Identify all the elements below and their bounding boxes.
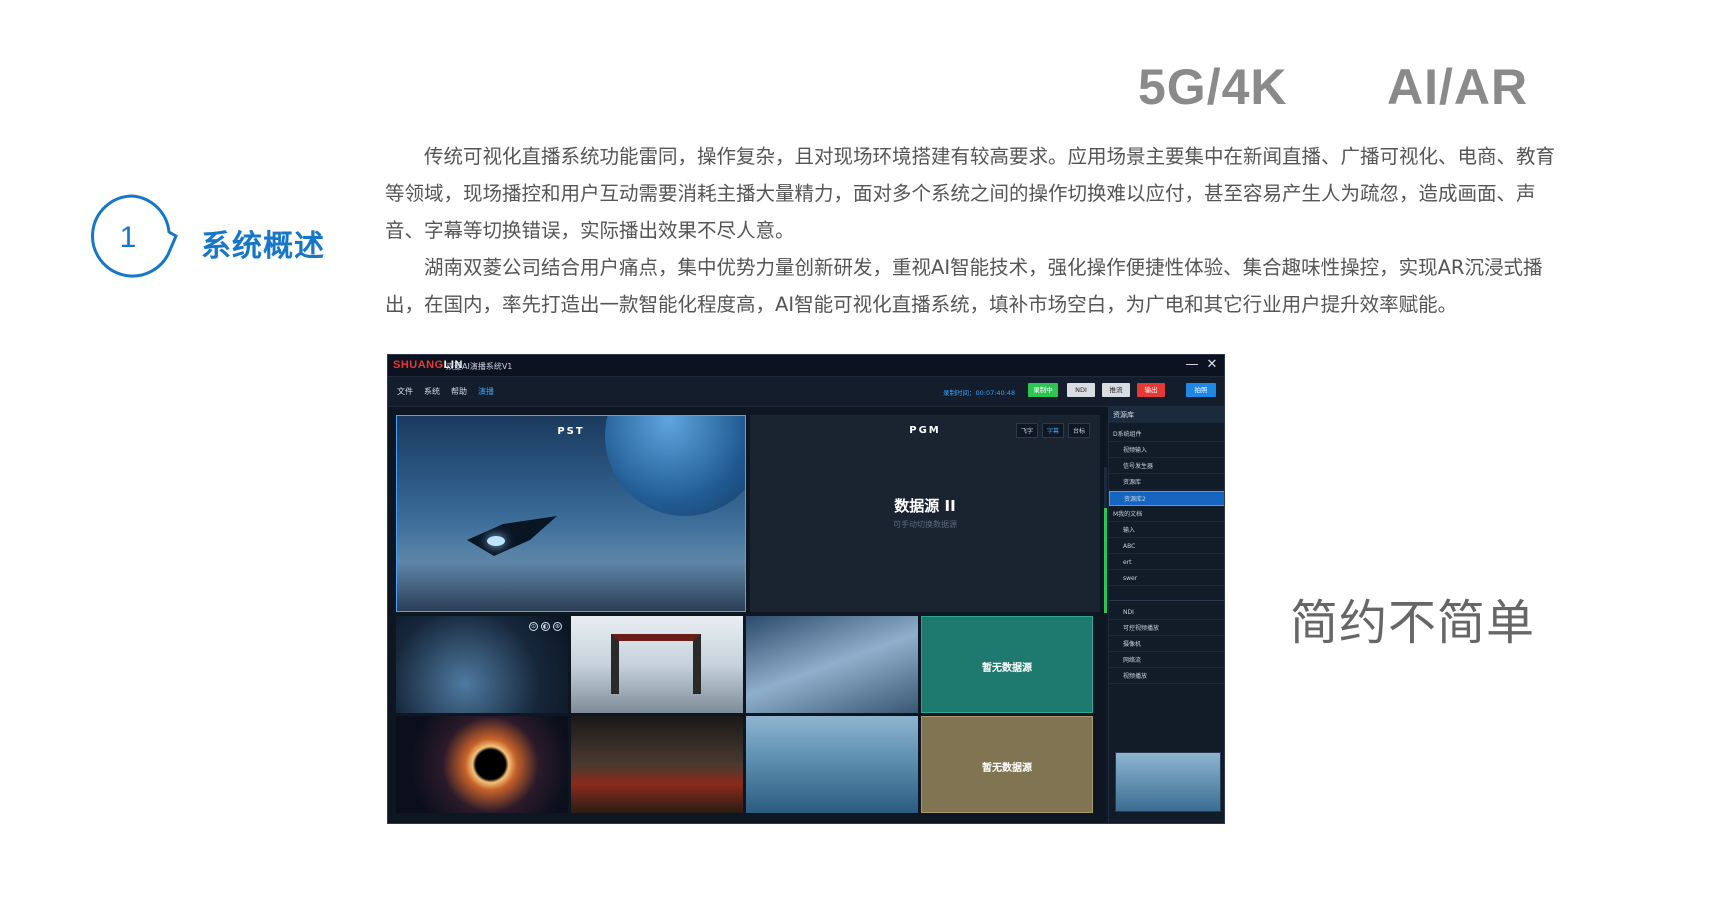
resource-item[interactable]: 输入 xyxy=(1109,523,1224,538)
source-thumbnail-6[interactable] xyxy=(746,716,918,813)
tagline-5g-4k: 5G/4K xyxy=(1138,59,1288,115)
resource-item[interactable]: 摄像机 xyxy=(1109,637,1224,652)
thumbnail-controls: ⊙ ◐ ⊛ xyxy=(529,622,562,631)
resource-item[interactable]: 视频输入 xyxy=(1109,443,1224,458)
app-title: 双菱AI演播系统V1 xyxy=(446,362,513,371)
menu-file[interactable]: 文件 xyxy=(397,386,413,397)
tagline-ai-ar: AI/AR xyxy=(1387,59,1529,115)
settings-icon[interactable]: ⊛ xyxy=(553,622,562,631)
menu-help[interactable]: 帮助 xyxy=(451,386,467,397)
menu-bar: 文件 系统 帮助 演播 录制时间：00:07:40:48 录制中 NDI 推流 … xyxy=(388,377,1224,407)
intro-paragraph-2: 湖南双菱公司结合用户痛点，集中优势力量创新研发，重视AI智能技术，强化操作便捷性… xyxy=(385,256,1543,316)
section-number-badge: 1 xyxy=(86,192,178,284)
empty-source-label: 暂无数据源 xyxy=(982,663,1032,674)
resource-group[interactable]: M我的文档 xyxy=(1109,507,1224,522)
resource-item[interactable]: ert xyxy=(1109,555,1224,570)
resource-preview-thumbnail[interactable] xyxy=(1115,752,1221,812)
resource-item[interactable]: swer xyxy=(1109,571,1224,586)
source-thumbnail-5[interactable] xyxy=(571,716,743,813)
ndi-button[interactable]: NDI xyxy=(1067,383,1095,397)
source-thumbnail-3[interactable] xyxy=(746,616,918,713)
resource-item[interactable]: ABC xyxy=(1109,539,1224,554)
workspace: PST PGM 飞字 字幕 台标 数据源 II 可手动切换数据源 ⊙ ◐ ⊛ 暂… xyxy=(388,407,1107,823)
recording-button[interactable]: 录制中 xyxy=(1028,383,1058,397)
title-bar: SHUANGLIN 双菱AI演播系统V1 — ✕ xyxy=(388,355,1224,377)
source-thumbnail-empty-2[interactable]: 暂无数据源 xyxy=(921,716,1093,813)
source-thumbnail-4[interactable] xyxy=(396,716,568,813)
record-time: 录制时间：00:07:40:48 xyxy=(943,389,1016,397)
tab-flying-text[interactable]: 飞字 xyxy=(1015,423,1038,438)
output-button[interactable]: 输出 xyxy=(1137,383,1165,397)
resource-item[interactable]: 资源库 xyxy=(1109,475,1224,490)
minimize-icon[interactable]: — xyxy=(1184,357,1200,373)
torii-gate-image xyxy=(611,634,701,694)
half-circle-icon[interactable]: ◐ xyxy=(541,622,550,631)
resource-item[interactable]: 可控视频播放 xyxy=(1109,621,1224,636)
push-stream-button[interactable]: 推流 xyxy=(1102,383,1130,397)
resource-item[interactable]: NDI xyxy=(1109,605,1224,620)
close-icon[interactable]: ✕ xyxy=(1204,357,1220,373)
resource-group[interactable]: D系统组件 xyxy=(1109,427,1224,442)
menu-studio[interactable]: 演播 xyxy=(478,386,494,397)
spaceship-image xyxy=(467,516,557,556)
resource-item[interactable]: 信号发生器 xyxy=(1109,459,1224,474)
tab-logo[interactable]: 台标 xyxy=(1067,423,1090,438)
pst-preview[interactable]: PST xyxy=(396,415,746,612)
intro-text: 传统可视化直播系统功能雷同，操作复杂，且对现场环境搭建有较高要求。应用场景主要集… xyxy=(385,138,1557,323)
tab-subtitle[interactable]: 字幕 xyxy=(1041,423,1064,438)
pgm-source-hint: 可手动切换数据源 xyxy=(893,520,957,529)
source-thumbnail-empty-1[interactable]: 暂无数据源 xyxy=(921,616,1093,713)
menu-system[interactable]: 系统 xyxy=(424,386,440,397)
resource-panel: 资源库 D系统组件 视频输入 信号发生器 资源库 资源库2 M我的文档 输入 ABC ert sw… xyxy=(1108,407,1224,823)
pst-label: PST xyxy=(557,426,585,437)
resource-item[interactable]: 网络流 xyxy=(1109,653,1224,668)
pgm-program[interactable]: PGM 飞字 字幕 台标 数据源 II 可手动切换数据源 xyxy=(750,415,1100,612)
shoot-button[interactable]: 拍照 xyxy=(1186,383,1216,397)
empty-source-label: 暂无数据源 xyxy=(982,763,1032,774)
resource-panel-header: 资源库 xyxy=(1109,407,1224,423)
source-thumbnail-2[interactable] xyxy=(571,616,743,713)
audio-level-meter xyxy=(1104,467,1107,613)
section-title: 系统概述 xyxy=(201,229,325,264)
slogan: 简约不简单 xyxy=(1290,595,1536,651)
engine-glow xyxy=(487,536,505,546)
pgm-source-name: 数据源 II xyxy=(894,497,956,515)
intro-paragraph-1: 传统可视化直播系统功能雷同，操作复杂，且对现场环境搭建有较高要求。应用场景主要集… xyxy=(385,145,1556,242)
pgm-tabs: 飞字 字幕 台标 xyxy=(1015,423,1090,438)
circle-icon[interactable]: ⊙ xyxy=(529,622,538,631)
resource-item[interactable]: 视频播放 xyxy=(1109,669,1224,684)
resource-item[interactable]: 资源库2 xyxy=(1109,491,1224,506)
audio-level-fill xyxy=(1104,507,1107,613)
app-screenshot: SHUANGLIN 双菱AI演播系统V1 — ✕ 文件 系统 帮助 演播 录制时… xyxy=(387,354,1225,824)
section-number: 1 xyxy=(119,221,137,254)
resource-divider xyxy=(1109,600,1224,601)
source-thumbnail-1[interactable]: ⊙ ◐ ⊛ xyxy=(396,616,568,713)
